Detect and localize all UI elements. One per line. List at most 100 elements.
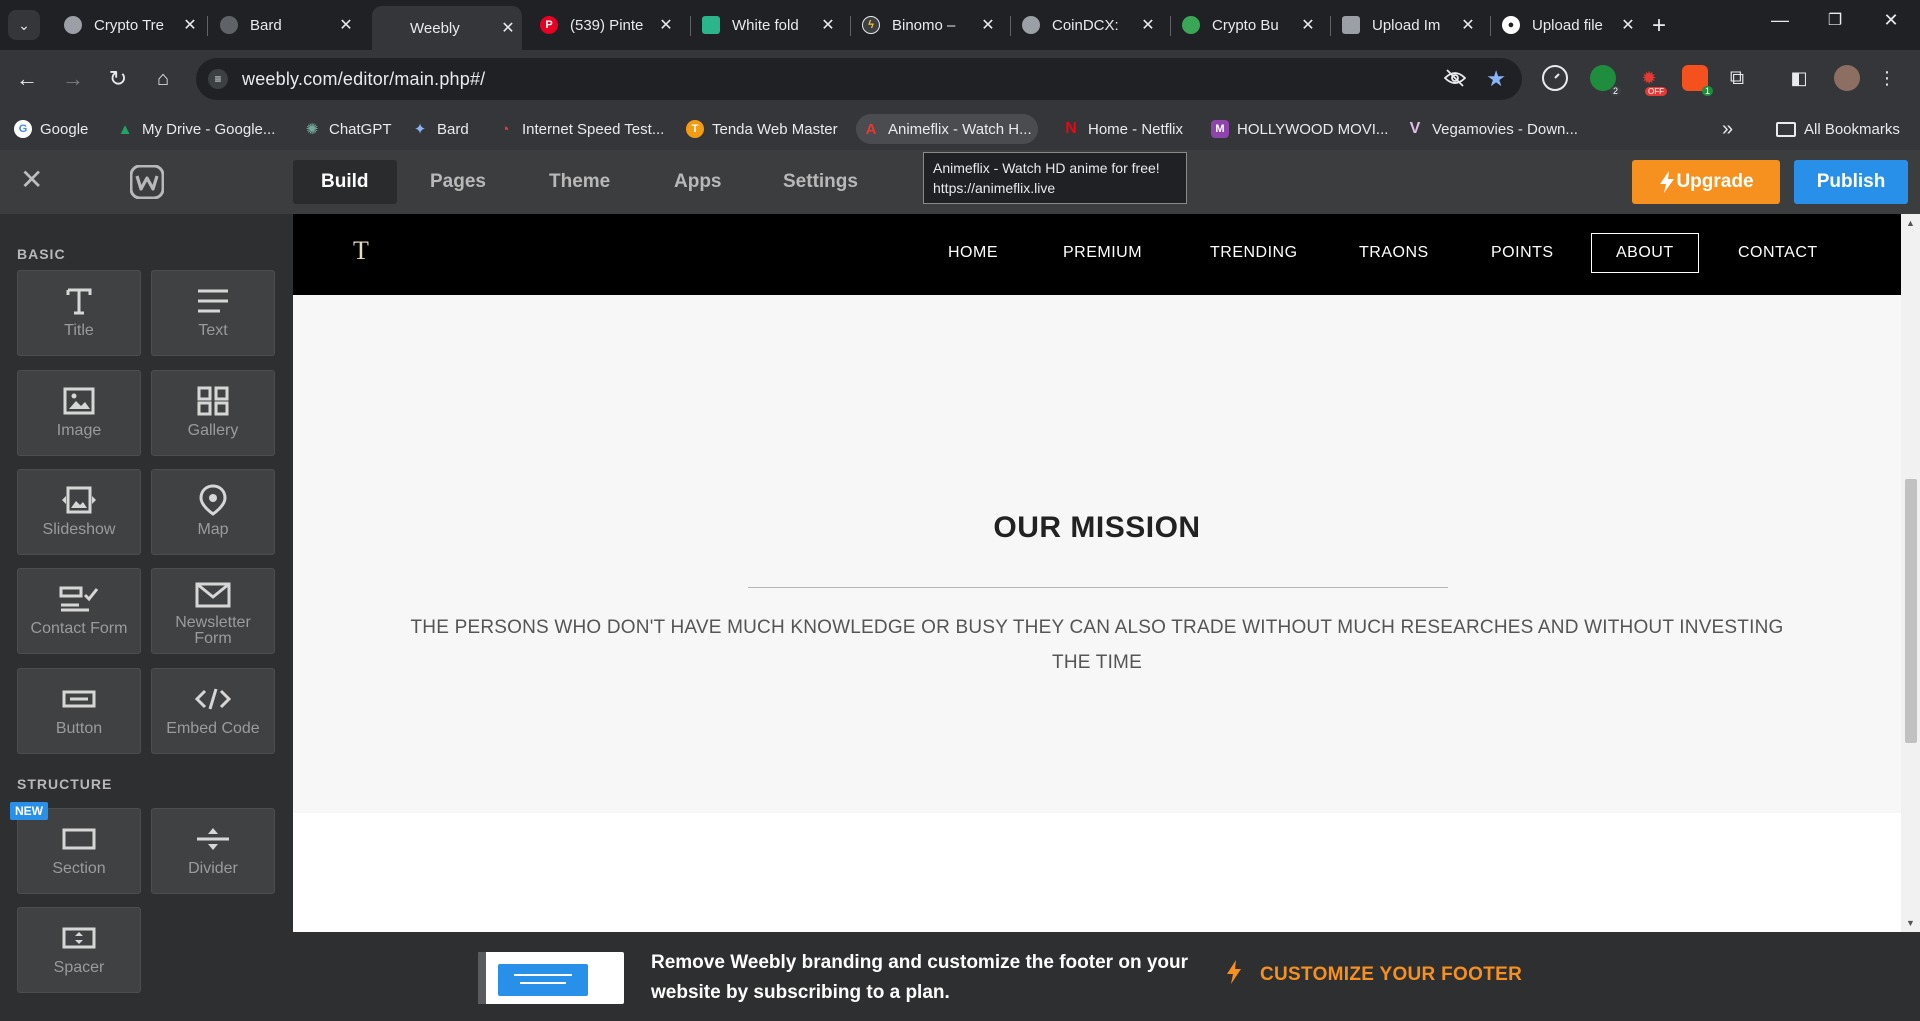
nav-home[interactable]: HOME <box>948 244 998 262</box>
mission-text[interactable]: THE PERSONS WHO DON'T HAVE MUCH KNOWLEDG… <box>393 610 1801 680</box>
element-embed-code[interactable]: Embed Code <box>151 668 275 754</box>
tab-crypto-bull[interactable]: Crypto Bu ✕ <box>1172 8 1322 42</box>
more-bookmarks-icon[interactable]: » <box>1716 114 1739 144</box>
gallery-grid-icon <box>193 383 233 419</box>
tab-upload-image[interactable]: Upload Im ✕ <box>1332 8 1482 42</box>
element-button[interactable]: Button <box>17 668 141 754</box>
nav-trending[interactable]: TRENDING <box>1210 244 1298 262</box>
element-divider[interactable]: Divider <box>151 808 275 894</box>
element-section[interactable]: Section <box>17 808 141 894</box>
bookmark-speed-test[interactable]: ◔ Internet Speed Test... <box>490 114 670 144</box>
element-gallery[interactable]: Gallery <box>151 370 275 456</box>
tab-close-icon[interactable]: ✕ <box>336 15 356 35</box>
nav-premium[interactable]: PREMIUM <box>1063 244 1142 262</box>
element-spacer[interactable]: Spacer <box>17 907 141 993</box>
bookmark-animeflix[interactable]: A Animeflix - Watch H... <box>856 114 1038 144</box>
element-newsletter-form[interactable]: Newsletter Form <box>151 568 275 654</box>
element-title[interactable]: Title <box>17 270 141 356</box>
bookmark-google[interactable]: G Google <box>8 114 94 144</box>
tab-close-icon[interactable]: ✕ <box>978 15 998 35</box>
tab-theme[interactable]: Theme <box>521 160 638 204</box>
puzzle-extensions-icon[interactable]: ⧉ <box>1724 65 1750 91</box>
scrollbar-thumb[interactable] <box>1905 479 1917 743</box>
element-label: Slideshow <box>42 521 116 538</box>
tab-bard[interactable]: Bard ✕ <box>210 8 360 42</box>
tab-crypto-trends[interactable]: Crypto Tre ✕ <box>54 8 204 42</box>
profile-avatar[interactable] <box>1834 65 1860 91</box>
element-contact-form[interactable]: Contact Form <box>17 568 141 654</box>
all-bookmarks-button[interactable]: All Bookmarks <box>1770 114 1906 144</box>
canvas-scrollbar[interactable]: ▲ ▼ <box>1901 214 1920 932</box>
reload-icon[interactable]: ↻ <box>103 64 133 94</box>
tab-close-icon[interactable]: ✕ <box>1618 15 1638 35</box>
bookmark-hollywood[interactable]: M HOLLYWOOD MOVI... <box>1205 114 1394 144</box>
element-map[interactable]: Map <box>151 469 275 555</box>
scroll-down-arrow-icon[interactable]: ▼ <box>1906 918 1915 928</box>
element-text[interactable]: Text <box>151 270 275 356</box>
url-text[interactable]: weebly.com/editor/main.php#/ <box>242 69 485 90</box>
tab-close-icon[interactable]: ✕ <box>1458 15 1478 35</box>
address-bar[interactable]: ≡ weebly.com/editor/main.php#/ ★ <box>196 58 1522 100</box>
site-logo[interactable]: T <box>353 236 369 266</box>
sparkle-extension-icon[interactable]: ✹ OFF <box>1636 65 1667 96</box>
home-icon[interactable]: ⌂ <box>148 64 178 94</box>
mission-section[interactable]: OUR MISSION THE PERSONS WHO DON'T HAVE M… <box>293 295 1901 813</box>
element-image[interactable]: Image <box>17 370 141 456</box>
tab-separator <box>1170 16 1171 36</box>
forward-arrow-icon[interactable]: → <box>58 64 88 94</box>
tab-search-button[interactable]: ⌄ <box>8 10 40 40</box>
bookmarks-bar: G Google ▲ My Drive - Google... ✺ ChatGP… <box>0 108 1920 150</box>
bookmark-my-drive[interactable]: ▲ My Drive - Google... <box>110 114 281 144</box>
exit-editor-close-icon[interactable]: ✕ <box>20 166 43 194</box>
bookmark-bard[interactable]: ✦ Bard <box>405 114 475 144</box>
publish-button[interactable]: Publish <box>1794 160 1908 204</box>
mission-title[interactable]: OUR MISSION <box>293 511 1901 545</box>
restore-icon[interactable]: ❐ <box>1820 10 1850 30</box>
upgrade-button[interactable]: Upgrade <box>1632 160 1780 204</box>
bookmark-netflix[interactable]: N Home - Netflix <box>1056 114 1189 144</box>
window-close-icon[interactable]: ✕ <box>1876 10 1906 31</box>
tab-apps[interactable]: Apps <box>646 160 750 204</box>
nav-about-selected[interactable]: ABOUT <box>1591 233 1699 273</box>
tab-close-icon[interactable]: ✕ <box>818 15 838 35</box>
tab-close-icon[interactable]: ✕ <box>1298 15 1318 35</box>
tab-settings[interactable]: Settings <box>755 160 886 204</box>
eye-off-icon[interactable] <box>1443 68 1467 93</box>
weebly-editor: ✕ Build Pages Theme Apps Settings Animef… <box>0 150 1920 1021</box>
nav-points[interactable]: POINTS <box>1491 244 1554 262</box>
tab-github-upload[interactable]: ● Upload file ✕ <box>1492 8 1642 42</box>
more-menu-icon[interactable]: ⋮ <box>1874 65 1900 91</box>
tab-pages[interactable]: Pages <box>402 160 514 204</box>
bookmark-vegamovies[interactable]: V Vegamovies - Down... <box>1400 114 1584 144</box>
tab-pinterest[interactable]: P (539) Pinte ✕ <box>530 8 680 42</box>
orange-extension-icon[interactable]: 1 <box>1682 65 1713 96</box>
new-tab-button[interactable]: + <box>1652 12 1666 40</box>
element-slideshow[interactable]: Slideshow <box>17 469 141 555</box>
footer-promo-bar: Remove Weebly branding and customize the… <box>293 932 1920 1021</box>
tab-weebly-active[interactable]: Weebly ✕ <box>372 6 522 50</box>
tab-coindcx[interactable]: CoinDCX: ✕ <box>1012 8 1162 42</box>
tab-white-folder[interactable]: White fold ✕ <box>692 8 842 42</box>
tab-close-icon[interactable]: ✕ <box>498 18 518 38</box>
mission-divider[interactable] <box>748 587 1448 588</box>
bookmark-star-icon[interactable]: ★ <box>1486 66 1506 92</box>
tooltip-title: Animeflix - Watch HD anime for free! <box>933 160 1160 176</box>
tab-close-icon[interactable]: ✕ <box>656 15 676 35</box>
bookmark-tenda[interactable]: T Tenda Web Master <box>680 114 844 144</box>
scroll-up-arrow-icon[interactable]: ▲ <box>1906 218 1915 228</box>
site-canvas[interactable]: T HOME PREMIUM TRENDING TRAONS POINTS AB… <box>293 214 1901 932</box>
bookmark-chatgpt[interactable]: ✺ ChatGPT <box>297 114 398 144</box>
side-panel-icon[interactable]: ◧ <box>1786 65 1812 91</box>
speedometer-extension-icon[interactable] <box>1542 65 1568 91</box>
nav-contact[interactable]: CONTACT <box>1738 244 1818 262</box>
customize-footer-link[interactable]: CUSTOMIZE YOUR FOOTER <box>1260 964 1522 986</box>
shield-extension-icon[interactable]: 2 <box>1590 65 1621 96</box>
tab-close-icon[interactable]: ✕ <box>180 15 200 35</box>
nav-traons[interactable]: TRAONS <box>1359 244 1429 262</box>
tab-build[interactable]: Build <box>293 160 397 204</box>
tab-binomo[interactable]: ϟ Binomo – ✕ <box>852 8 1002 42</box>
site-info-icon[interactable]: ≡ <box>208 69 228 89</box>
minimize-icon[interactable]: — <box>1765 10 1795 31</box>
back-arrow-icon[interactable]: ← <box>12 64 42 94</box>
tab-close-icon[interactable]: ✕ <box>1138 15 1158 35</box>
